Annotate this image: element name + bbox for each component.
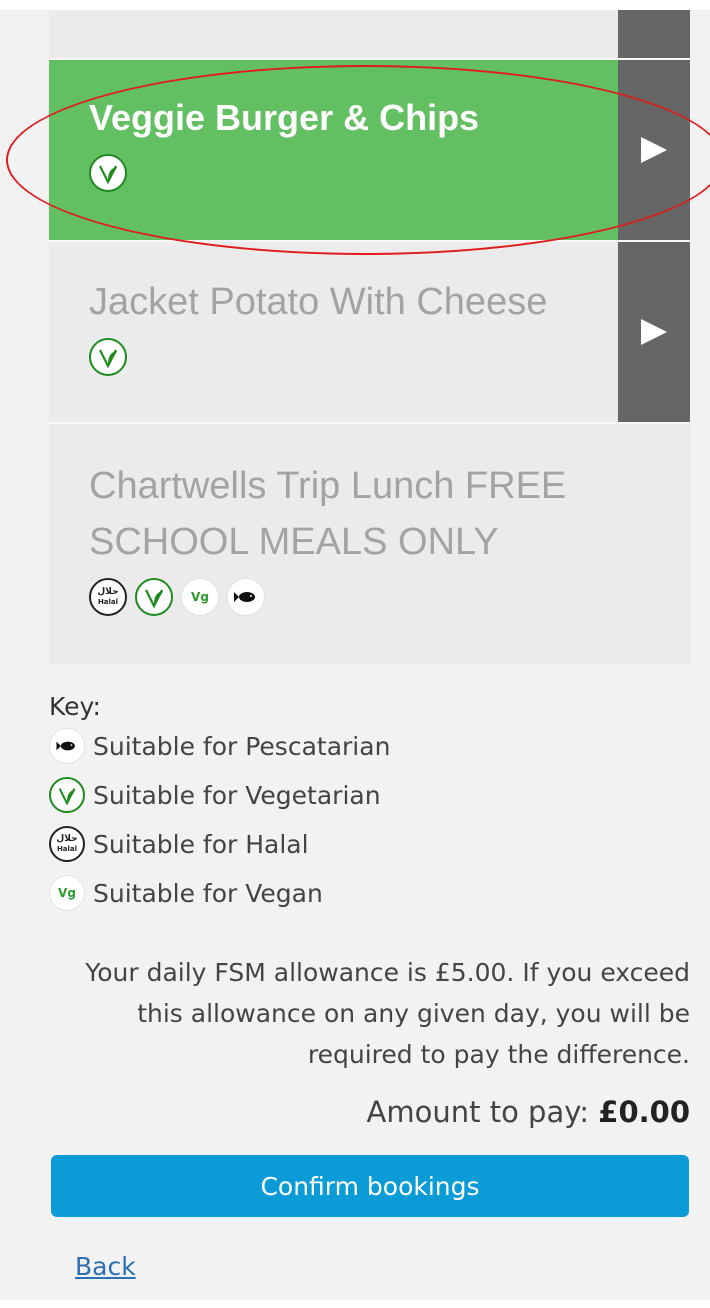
menu-item-title: Veggie Burger & Chips <box>89 97 480 138</box>
back-link[interactable]: Back <box>75 1252 136 1281</box>
halal-icon: حلال Halal <box>49 826 85 862</box>
dietary-icons <box>89 338 610 376</box>
fish-icon <box>227 578 265 616</box>
amount-value: £0.00 <box>598 1095 690 1129</box>
key-label: Suitable for Vegan <box>93 878 323 908</box>
menu-item-trip-lunch[interactable]: Chartwells Trip Lunch FREE SCHOOL MEALS … <box>49 424 690 664</box>
confirm-bookings-button[interactable]: Confirm bookings <box>51 1155 689 1217</box>
vegetarian-icon <box>89 154 127 192</box>
menu-item-title: Chartwells Trip Lunch FREE SCHOOL MEALS … <box>89 465 567 563</box>
vegan-icon: Vg <box>181 578 219 616</box>
vegetarian-icon <box>89 338 127 376</box>
vegetarian-icon <box>135 578 173 616</box>
key-item-halal: حلال Halal Suitable for Halal <box>49 826 309 862</box>
menu-item-title: Jacket Potato With Cheese <box>89 281 548 323</box>
menu-item-previous[interactable] <box>49 10 690 58</box>
vegan-icon: Vg <box>49 875 85 911</box>
key-item-pescatarian: Suitable for Pescatarian <box>49 728 390 764</box>
booking-page: Veggie Burger & Chips Jacket Potato With… <box>0 10 710 1300</box>
play-arrow-icon <box>641 319 667 345</box>
key-item-vegan: Vg Suitable for Vegan <box>49 875 323 911</box>
key-label: Suitable for Halal <box>93 829 309 859</box>
key-item-vegetarian: Suitable for Vegetarian <box>49 777 381 813</box>
key-label: Suitable for Vegetarian <box>93 780 381 810</box>
halal-icon: حلال Halal <box>89 578 127 616</box>
key-label: Suitable for Pescatarian <box>93 731 391 761</box>
dietary-icons <box>89 154 610 192</box>
menu-item-jacket-potato[interactable]: Jacket Potato With Cheese <box>49 242 690 422</box>
play-arrow-icon <box>641 137 667 163</box>
expand-arrow-box[interactable] <box>618 10 690 58</box>
amount-to-pay: Amount to pay: £0.00 <box>367 1095 690 1129</box>
vegetarian-icon <box>49 777 85 813</box>
menu-item-veggie-burger[interactable]: Veggie Burger & Chips <box>49 60 690 240</box>
amount-label: Amount to pay: <box>366 1095 599 1129</box>
expand-arrow-box[interactable] <box>618 242 690 422</box>
key-title: Key: <box>49 692 101 721</box>
expand-arrow-box[interactable] <box>618 60 690 240</box>
dietary-icons: حلال Halal Vg <box>89 578 630 616</box>
fish-icon <box>49 728 85 764</box>
fsm-allowance-notice: Your daily FSM allowance is £5.00. If yo… <box>85 958 690 1069</box>
